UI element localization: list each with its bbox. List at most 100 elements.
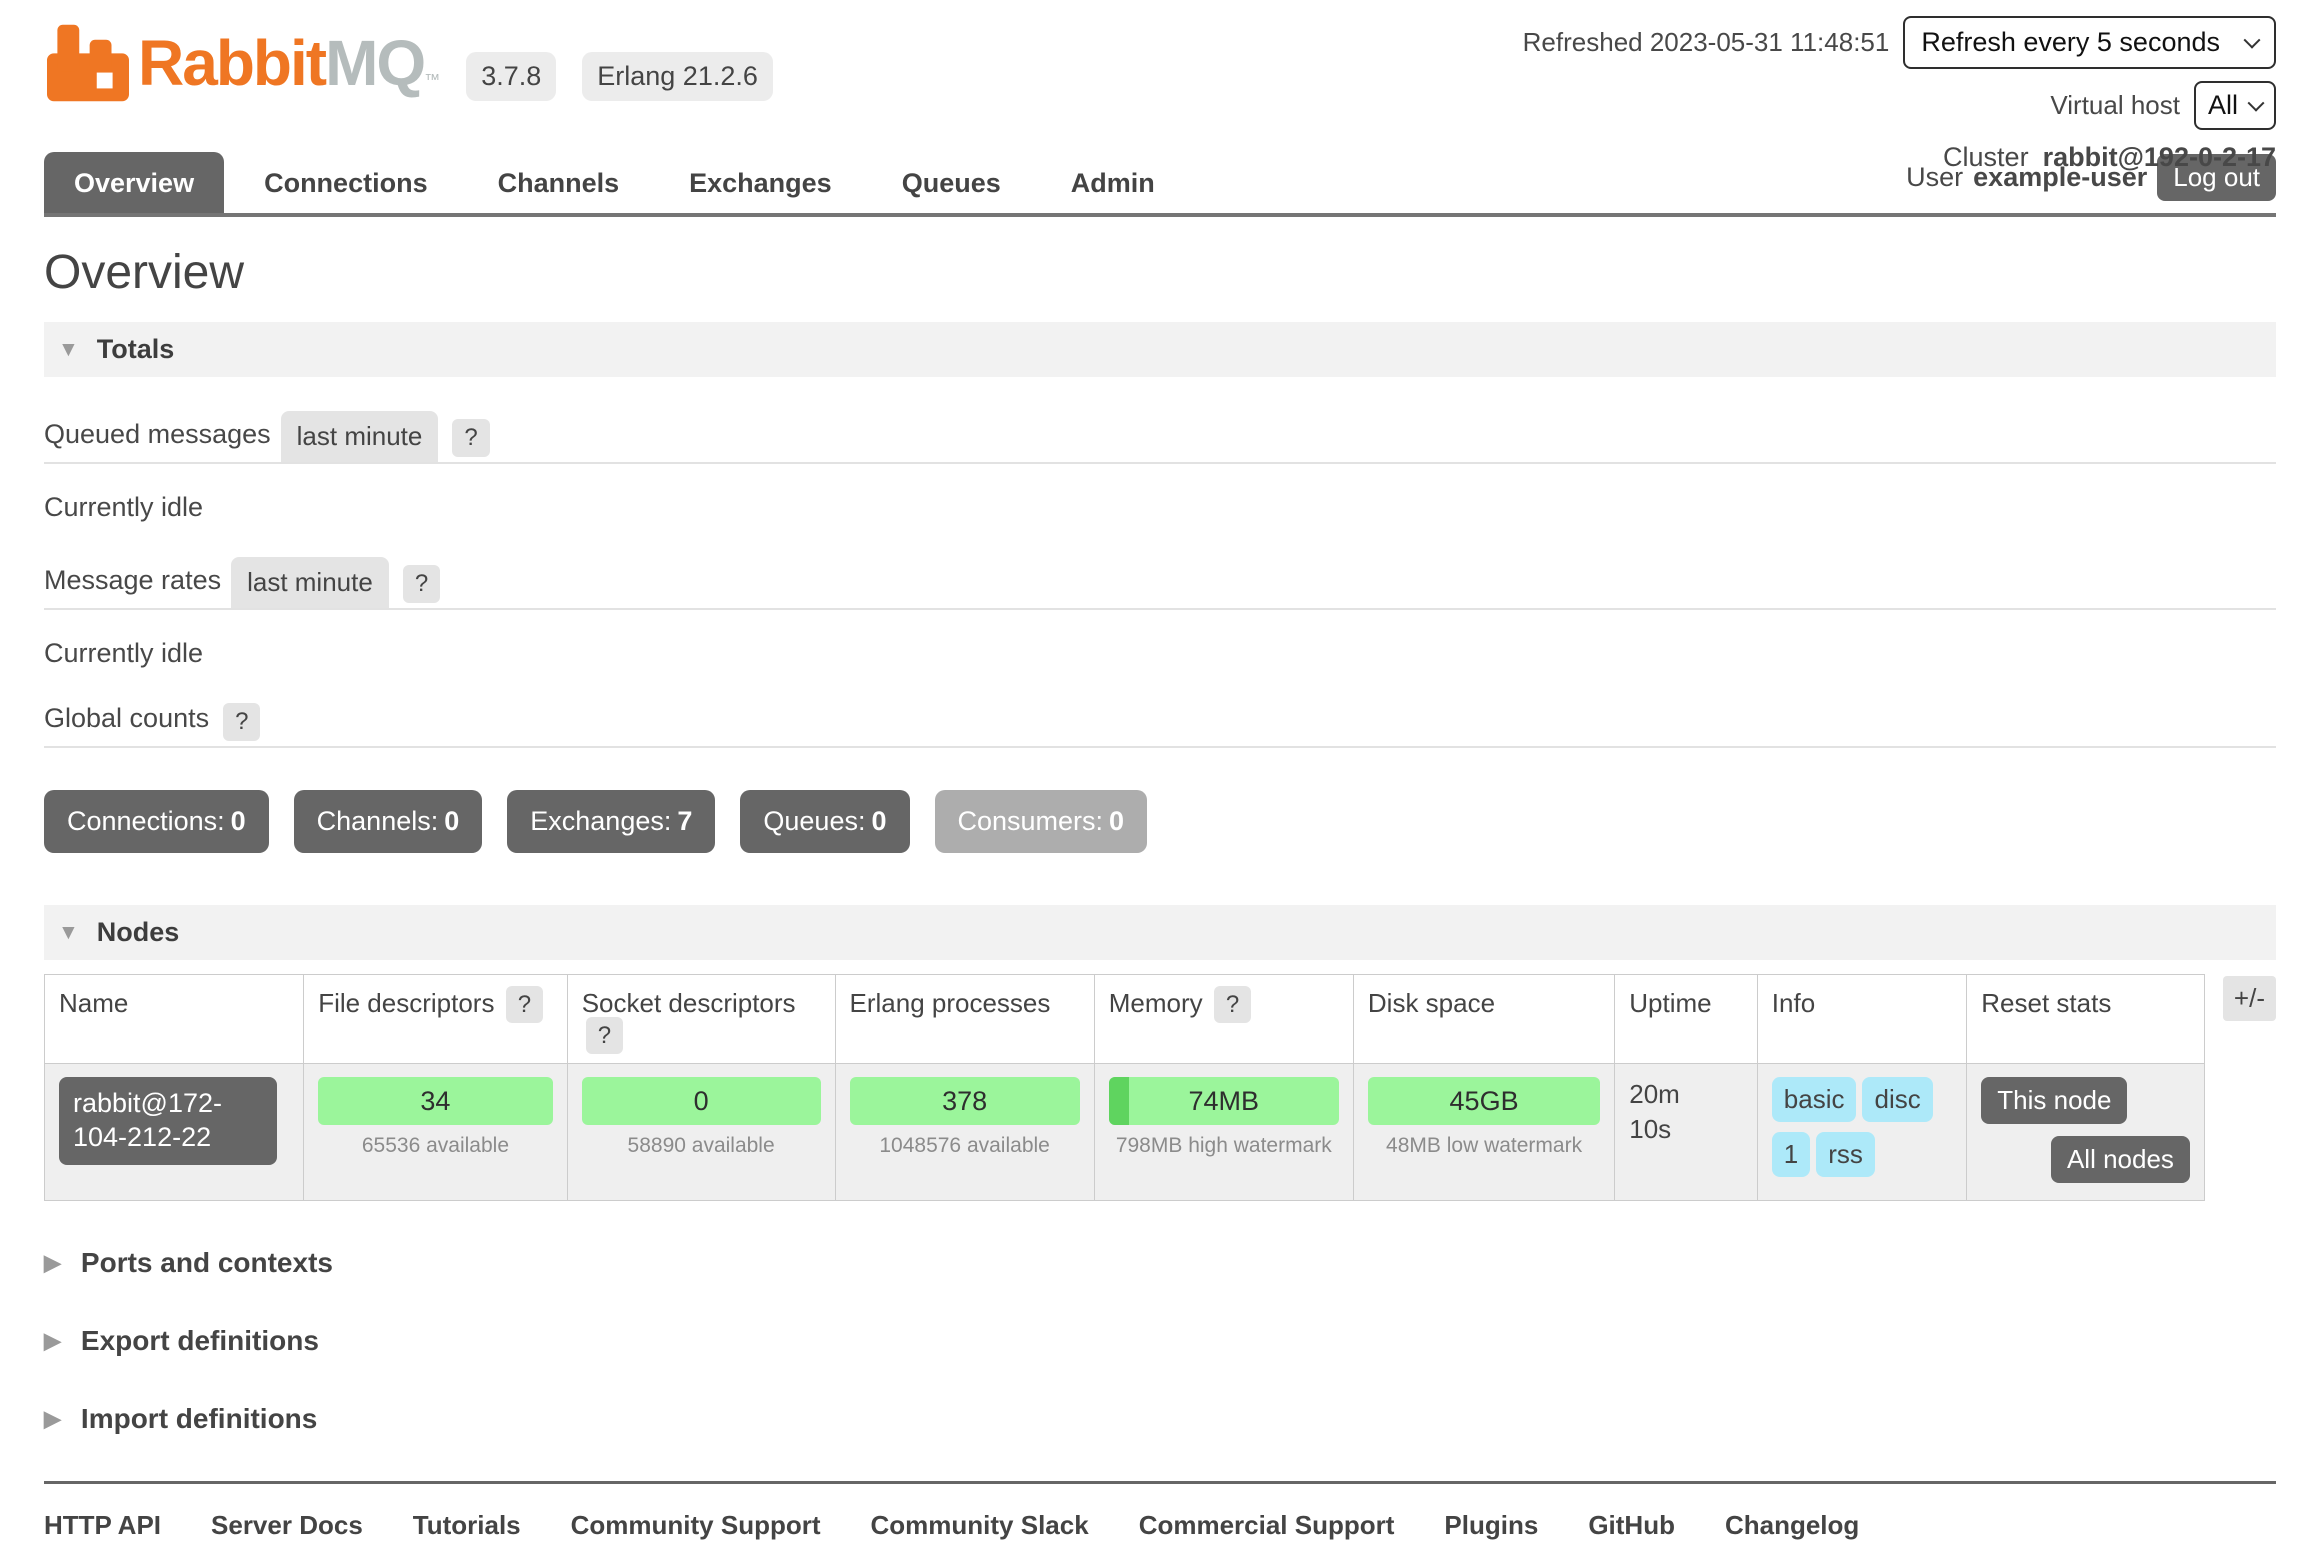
footer-link-tutorials[interactable]: Tutorials — [413, 1510, 521, 1541]
triangle-right-icon: ▶ — [44, 1250, 61, 1276]
tab-admin[interactable]: Admin — [1041, 152, 1185, 213]
channels-counter: Channels:0 — [294, 790, 483, 853]
rabbitmq-overview-page: RabbitMQ™ 3.7.8 Erlang 21.2.6 Refreshed … — [0, 0, 2320, 1567]
reset-stats-cell: This node All nodes — [1967, 1064, 2205, 1201]
erlang-processes-sub: 1048576 available — [850, 1134, 1080, 1158]
socket-descriptors-bar: 0 — [582, 1077, 821, 1125]
disk-space-sub: 48MB low watermark — [1368, 1134, 1600, 1158]
tab-connections[interactable]: Connections — [234, 152, 458, 213]
node-row: rabbit@172-104-212-22 34 65536 available… — [45, 1064, 2205, 1201]
queued-range-tab[interactable]: last minute — [281, 411, 439, 462]
info-tag-1: 1 — [1772, 1132, 1810, 1177]
nodes-table: Name File descriptors ? Socket descripto… — [44, 974, 2205, 1201]
consumers-counter: Consumers:0 — [935, 790, 1148, 853]
nodes-table-wrap: Name File descriptors ? Socket descripto… — [44, 974, 2276, 1201]
footer: HTTP API Server Docs Tutorials Community… — [44, 1481, 2276, 1567]
queued-messages-row: Queued messages last minute ? — [44, 411, 2276, 464]
cluster-name: rabbit@192-0-2-17 — [2043, 142, 2276, 173]
virtual-host-select[interactable]: All — [2194, 81, 2276, 130]
global-counts-help-badge[interactable]: ? — [223, 703, 260, 741]
rates-help-badge[interactable]: ? — [403, 565, 440, 603]
queued-help-badge[interactable]: ? — [452, 419, 489, 457]
footer-link-server-docs[interactable]: Server Docs — [211, 1510, 363, 1541]
col-reset-stats: Reset stats — [1967, 975, 2205, 1064]
brand-word-mq: MQ — [325, 27, 424, 99]
nodes-section-title: Nodes — [97, 917, 180, 948]
uptime-value-1: 20m — [1629, 1077, 1743, 1112]
erlang-processes-cell: 378 1048576 available — [835, 1064, 1094, 1201]
reset-all-nodes-button[interactable]: All nodes — [2051, 1136, 2190, 1183]
info-tag-rss: rss — [1816, 1132, 1875, 1177]
nodes-section-header[interactable]: ▼ Nodes — [44, 905, 2276, 960]
page-title: Overview — [44, 245, 2276, 300]
rabbitmq-rabbit-icon — [44, 22, 132, 104]
triangle-down-icon: ▼ — [58, 921, 79, 945]
header: RabbitMQ™ 3.7.8 Erlang 21.2.6 Refreshed … — [44, 0, 2276, 152]
socket-descriptors-help-badge[interactable]: ? — [586, 1017, 623, 1054]
erlang-version-badge: Erlang 21.2.6 — [582, 52, 773, 101]
message-rates-row: Message rates last minute ? — [44, 557, 2276, 610]
import-definitions-section[interactable]: ▶ Import definitions — [44, 1403, 2276, 1435]
memory-sub: 798MB high watermark — [1109, 1134, 1339, 1158]
totals-section-header[interactable]: ▼ Totals — [44, 322, 2276, 377]
info-tag-basic: basic — [1772, 1077, 1857, 1122]
nodes-header-row: Name File descriptors ? Socket descripto… — [45, 975, 2205, 1064]
footer-link-plugins[interactable]: Plugins — [1444, 1510, 1538, 1541]
footer-link-community-support[interactable]: Community Support — [571, 1510, 821, 1541]
export-definitions-section[interactable]: ▶ Export definitions — [44, 1325, 2276, 1357]
memory-bar: 74MB — [1109, 1077, 1339, 1125]
totals-section-title: Totals — [97, 334, 175, 365]
rates-idle-status: Currently idle — [44, 638, 2276, 669]
node-name-badge[interactable]: rabbit@172-104-212-22 — [59, 1077, 277, 1165]
chevron-down-icon — [2244, 31, 2261, 48]
uptime-value-2: 10s — [1629, 1112, 1743, 1147]
triangle-right-icon: ▶ — [44, 1406, 61, 1432]
refresh-interval-select[interactable]: Refresh every 5 seconds — [1903, 16, 2276, 69]
footer-link-github[interactable]: GitHub — [1588, 1510, 1675, 1541]
column-toggle-button[interactable]: +/- — [2223, 976, 2276, 1021]
tab-channels[interactable]: Channels — [468, 152, 650, 213]
footer-link-http-api[interactable]: HTTP API — [44, 1510, 161, 1541]
col-info: Info — [1757, 975, 1967, 1064]
brand-wordmark: RabbitMQ™ — [138, 31, 440, 95]
uptime-cell: 20m 10s — [1615, 1064, 1758, 1201]
info-cell: basicdisc1rss — [1757, 1064, 1967, 1201]
reset-this-node-button[interactable]: This node — [1981, 1077, 2127, 1124]
refresh-interval-value: Refresh every 5 seconds — [1921, 27, 2220, 58]
tab-overview[interactable]: Overview — [44, 152, 224, 213]
col-disk-space: Disk space — [1353, 975, 1614, 1064]
connections-counter: Connections:0 — [44, 790, 269, 853]
refreshed-timestamp: Refreshed 2023-05-31 11:48:51 — [1523, 27, 1890, 58]
virtual-host-label: Virtual host — [2050, 90, 2180, 121]
node-name-cell: rabbit@172-104-212-22 — [45, 1064, 304, 1201]
file-descriptors-help-badge[interactable]: ? — [506, 986, 543, 1023]
memory-help-badge[interactable]: ? — [1214, 986, 1251, 1023]
col-socket-descriptors: Socket descriptors ? — [567, 975, 835, 1064]
col-name: Name — [45, 975, 304, 1064]
disk-space-cell: 45GB 48MB low watermark — [1353, 1064, 1614, 1201]
chevron-down-icon — [2248, 94, 2265, 111]
socket-descriptors-sub: 58890 available — [582, 1134, 821, 1158]
triangle-down-icon: ▼ — [58, 338, 79, 362]
queued-idle-status: Currently idle — [44, 492, 2276, 523]
disk-space-bar: 45GB — [1368, 1077, 1600, 1125]
rates-range-tab[interactable]: last minute — [231, 557, 389, 608]
footer-link-community-slack[interactable]: Community Slack — [871, 1510, 1089, 1541]
footer-link-commercial-support[interactable]: Commercial Support — [1139, 1510, 1395, 1541]
tab-queues[interactable]: Queues — [872, 152, 1031, 213]
import-definitions-title: Import definitions — [81, 1403, 317, 1435]
exchanges-counter: Exchanges:7 — [507, 790, 715, 853]
memory-used-fill — [1109, 1077, 1130, 1125]
header-right: Refreshed 2023-05-31 11:48:51 Refresh ev… — [1523, 16, 2276, 185]
ports-and-contexts-title: Ports and contexts — [81, 1247, 333, 1279]
ports-and-contexts-section[interactable]: ▶ Ports and contexts — [44, 1247, 2276, 1279]
nav-tabs: Overview Connections Channels Exchanges … — [44, 152, 1185, 213]
erlang-processes-bar: 378 — [850, 1077, 1080, 1125]
virtual-host-value: All — [2208, 90, 2238, 121]
memory-cell: 74MB 798MB high watermark — [1094, 1064, 1353, 1201]
tab-exchanges[interactable]: Exchanges — [659, 152, 862, 213]
col-memory: Memory ? — [1094, 975, 1353, 1064]
queued-messages-label: Queued messages — [44, 419, 271, 462]
footer-link-changelog[interactable]: Changelog — [1725, 1510, 1859, 1541]
version-badge: 3.7.8 — [466, 52, 556, 101]
